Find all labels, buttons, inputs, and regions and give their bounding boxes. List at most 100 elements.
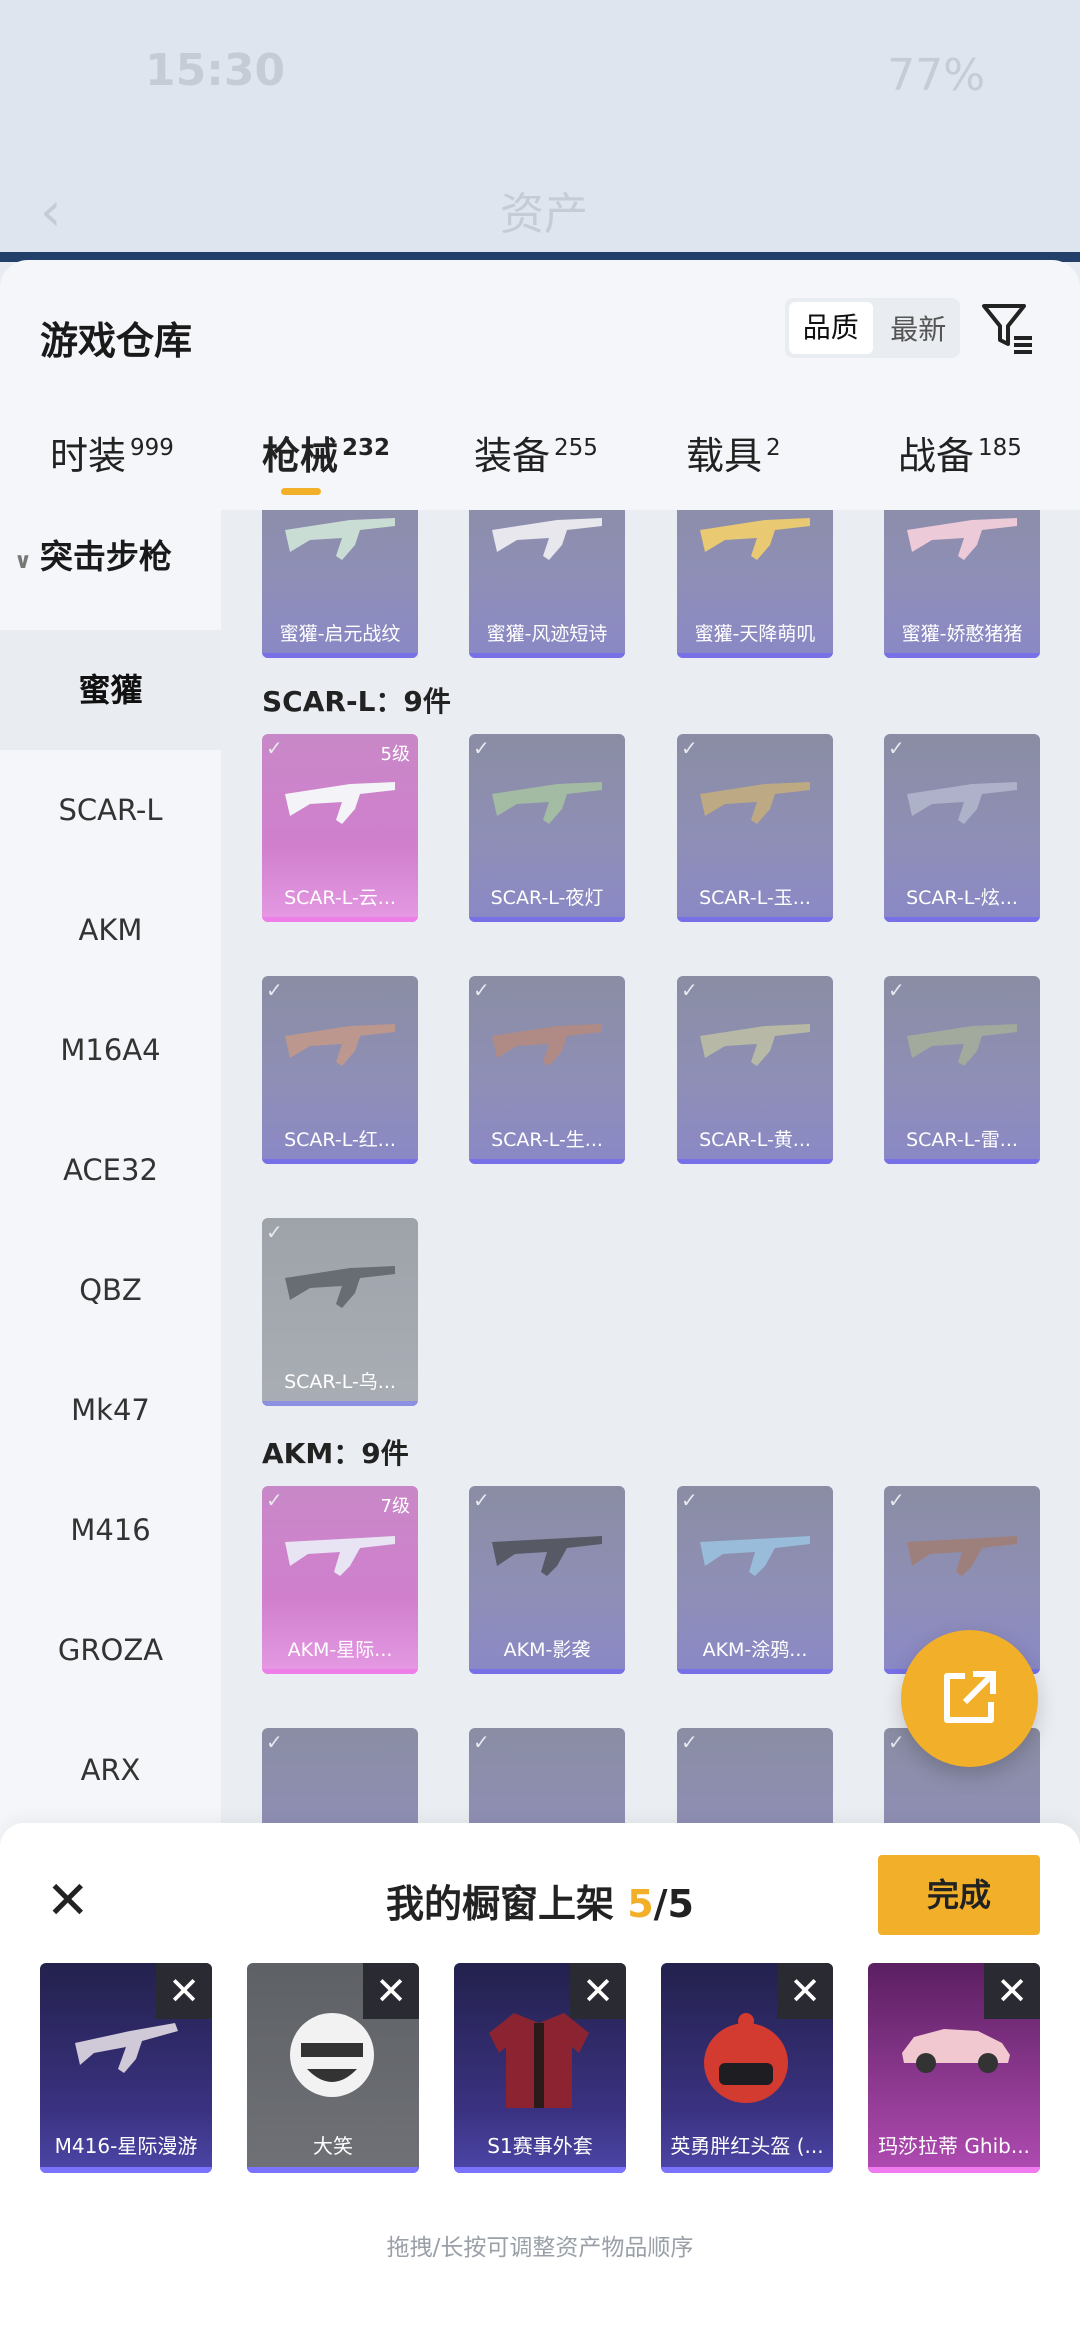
item-card[interactable]: ✓ SCAR-L-乌... (262, 1218, 418, 1406)
share-button[interactable] (901, 1630, 1038, 1767)
rifle-icon (285, 1536, 395, 1576)
item-card[interactable]: ✓ 5级 SCAR-L-云... (262, 734, 418, 922)
showcase-item-name: 玛莎拉蒂 Ghib... (878, 2134, 1030, 2158)
sidebar-item-mk47[interactable]: Mk47 (0, 1350, 221, 1470)
tab-supplies[interactable]: 战备 185 (898, 425, 1022, 480)
tab-label: 装备 (474, 434, 551, 478)
showcase-item-name: M416-星际漫游 (54, 2134, 198, 2158)
sidebar-item-m16a4[interactable]: M16A4 (0, 990, 221, 1110)
item-name: 蜜獾-天降萌叽 (694, 623, 816, 645)
sidebar-item-akm[interactable]: AKM (0, 870, 221, 990)
item-name: SCAR-L-生... (491, 1129, 603, 1151)
car-icon (902, 2029, 1010, 2073)
tab-equipment[interactable]: 装备 255 (474, 425, 598, 480)
sidebar-item-groza[interactable]: GROZA (0, 1590, 221, 1710)
showcase-item[interactable]: ✕ 大笑 (247, 1963, 419, 2173)
check-icon: ✓ (266, 1488, 283, 1512)
check-icon: ✓ (473, 736, 490, 760)
item-card[interactable]: 蜜獾-天降萌叽 (677, 510, 833, 658)
share-icon (944, 1671, 996, 1723)
tab-label: 枪械 (262, 434, 339, 478)
done-button[interactable]: 完成 (878, 1855, 1040, 1935)
item-card[interactable]: 蜜獾-娇憨猪猪 (884, 510, 1040, 658)
sidebar-item-scar-l[interactable]: SCAR-L (0, 750, 221, 870)
chevron-down-icon: ∨ (14, 549, 32, 574)
item-name: SCAR-L-夜灯 (490, 887, 604, 909)
tab-count: 999 (130, 435, 174, 461)
sidebar-item-qbz[interactable]: QBZ (0, 1230, 221, 1350)
item-name: AKM-涂鸦... (702, 1639, 808, 1661)
item-card[interactable]: ✓ AKM-涂鸦... (677, 1486, 833, 1674)
rifle-icon (492, 518, 602, 560)
item-card[interactable]: ✓ SCAR-L-生... (469, 976, 625, 1164)
item-card[interactable]: ✓ AKM-影袭 (469, 1486, 625, 1674)
tab-count: 185 (978, 435, 1022, 461)
item-card[interactable]: ✓ SCAR-L-玉... (677, 734, 833, 922)
sort-quality-button[interactable]: 品质 (789, 302, 873, 354)
showcase-item[interactable]: ✕ 英勇胖红头盔 (... (661, 1963, 833, 2173)
panel-title-text: 我的橱窗上架 (385, 1882, 628, 1926)
showcase-item[interactable]: ✕ S1赛事外套 (454, 1963, 626, 2173)
background-header: 15:30 77% ‹ 资产 (0, 0, 1080, 262)
status-time: 15:30 (145, 45, 286, 96)
item-card[interactable]: 蜜獾-启元战纹 (262, 510, 418, 658)
section-heading-scar-l: SCAR-L：9件 (262, 685, 451, 718)
section-heading-akm: AKM：9件 (262, 1437, 409, 1470)
check-icon: ✓ (681, 978, 698, 1002)
showcase-item[interactable]: ✕ M416-星际漫游 (40, 1963, 212, 2173)
item-name: SCAR-L-玉... (699, 887, 811, 909)
item-name: SCAR-L-雷... (906, 1129, 1018, 1151)
tab-count: 255 (554, 435, 598, 461)
sort-newest-button[interactable]: 最新 (877, 308, 961, 348)
check-icon: ✓ (473, 978, 490, 1002)
level-badge: 7级 (380, 1496, 410, 1517)
sidebar-item-honey-badger[interactable]: 蜜獾 (0, 630, 221, 750)
rifle-icon (285, 782, 395, 824)
rifle-icon (75, 2023, 178, 2073)
check-icon: ✓ (681, 736, 698, 760)
item-name: AKM-星际... (287, 1639, 393, 1661)
back-icon: ‹ (40, 180, 62, 243)
showcase-item[interactable]: ✕ 玛莎拉蒂 Ghib... (868, 1963, 1040, 2173)
tab-fashion[interactable]: 时装 999 (50, 425, 174, 480)
check-icon: ✓ (888, 978, 905, 1002)
item-card[interactable]: ✓ SCAR-L-炫... (884, 734, 1040, 922)
item-card[interactable]: 蜜獾-风迹短诗 (469, 510, 625, 658)
sidebar-item-ace32[interactable]: ACE32 (0, 1110, 221, 1230)
item-card[interactable]: ✓ SCAR-L-红... (262, 976, 418, 1164)
rifle-icon (700, 1536, 810, 1576)
tab-vehicles[interactable]: 载具 2 (686, 425, 781, 480)
rifle-icon (285, 518, 395, 560)
item-card[interactable]: ✓ SCAR-L-夜灯 (469, 734, 625, 922)
tab-label: 时装 (50, 434, 127, 478)
sidebar-item-m416[interactable]: M416 (0, 1470, 221, 1590)
rifle-icon (285, 1266, 395, 1308)
item-name: SCAR-L-云... (284, 887, 396, 909)
filter-icon[interactable] (980, 300, 1036, 356)
check-icon: ✓ (888, 1488, 905, 1512)
rifle-icon (700, 1024, 810, 1066)
item-card[interactable]: ✓ 7级 AKM-星际... (262, 1486, 418, 1674)
check-icon: ✓ (888, 1730, 905, 1754)
helmet-icon (704, 2013, 788, 2103)
rifle-icon (907, 782, 1017, 824)
active-tab-indicator (281, 488, 321, 495)
sidebar-item-arx[interactable]: ARX (0, 1710, 221, 1830)
check-icon: ✓ (266, 1220, 283, 1244)
item-name: 蜜獾-启元战纹 (279, 623, 401, 645)
item-name: SCAR-L-黄... (699, 1129, 811, 1151)
item-card[interactable]: ✓ SCAR-L-黄... (677, 976, 833, 1164)
showcase-panel: ✕ 我的橱窗上架 5/5 完成 ✕ M416-星际漫游 ✕ 大笑 ✕ S1赛事外… (0, 1823, 1080, 2341)
sidebar-group-assault-rifles[interactable]: ∨ 突击步枪 (14, 530, 172, 578)
item-card[interactable]: ✓ SCAR-L-雷... (884, 976, 1040, 1164)
rifle-icon (907, 1024, 1017, 1066)
item-name: 蜜獾-娇憨猪猪 (901, 623, 1023, 645)
rifle-icon (907, 1536, 1017, 1576)
jacket-icon (489, 2013, 589, 2108)
item-name: SCAR-L-炫... (906, 887, 1018, 909)
rifle-icon (492, 782, 602, 824)
check-icon: ✓ (888, 736, 905, 760)
check-icon: ✓ (266, 736, 283, 760)
tab-guns[interactable]: 枪械 232 (262, 425, 390, 480)
rifle-icon (492, 1536, 602, 1576)
